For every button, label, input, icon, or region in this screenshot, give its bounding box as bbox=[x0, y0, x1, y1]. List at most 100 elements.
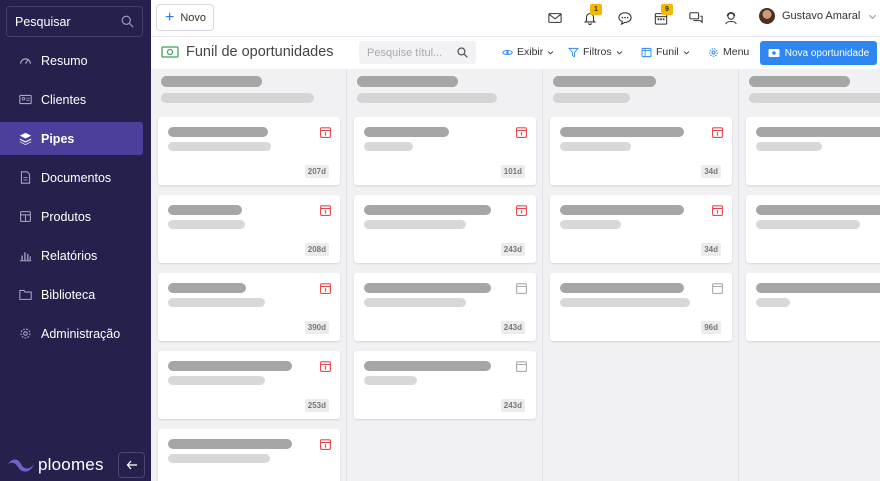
pipe-search-input[interactable]: Pesquise títul... bbox=[359, 41, 476, 64]
deal-client-placeholder bbox=[756, 142, 822, 151]
deal-card[interactable] bbox=[746, 273, 880, 341]
deal-age-badge: 208d bbox=[304, 243, 329, 256]
deal-title-placeholder bbox=[364, 205, 491, 215]
sidebar-item-administracao[interactable]: Administração bbox=[0, 317, 151, 350]
deal-card[interactable]: 208d bbox=[158, 195, 340, 263]
collapse-sidebar-button[interactable] bbox=[118, 452, 145, 478]
messages-icon[interactable] bbox=[688, 10, 704, 26]
user-menu[interactable]: Gustavo Amaral bbox=[759, 8, 877, 24]
gear-icon bbox=[709, 47, 718, 57]
chat-icon[interactable] bbox=[617, 10, 633, 26]
notifications-badge: 1 bbox=[590, 4, 602, 15]
new-button[interactable]: + Novo bbox=[156, 4, 214, 31]
stage-header[interactable] bbox=[347, 69, 542, 107]
deal-client-placeholder bbox=[560, 142, 631, 151]
calendar-icon bbox=[320, 127, 331, 138]
pipe-toolbar: Funil de oportunidades Pesquise títul...… bbox=[151, 37, 880, 69]
view-dropdown[interactable]: Exibir bbox=[502, 46, 554, 58]
deal-title-placeholder bbox=[168, 205, 242, 215]
sidebar-item-resumo[interactable]: Resumo bbox=[0, 44, 151, 77]
deal-age-badge: 34d bbox=[701, 243, 721, 256]
menu-button[interactable]: Menu bbox=[708, 46, 749, 58]
stage-name-placeholder bbox=[161, 76, 262, 87]
chevron-down-icon bbox=[683, 50, 690, 55]
calendar-icon bbox=[712, 283, 723, 294]
sidebar-item-documentos[interactable]: Documentos bbox=[0, 161, 151, 194]
stage-name-placeholder bbox=[357, 76, 458, 87]
sidebar-search[interactable]: Pesquisar bbox=[6, 6, 143, 37]
deal-age-badge: 243d bbox=[500, 399, 525, 412]
filter-icon bbox=[568, 47, 579, 57]
sidebar-item-relatorios[interactable]: Relatórios bbox=[0, 239, 151, 272]
deal-client-placeholder bbox=[756, 220, 860, 229]
deal-card[interactable]: 34d bbox=[550, 117, 732, 185]
deal-card[interactable] bbox=[746, 117, 880, 185]
deal-client-placeholder bbox=[168, 454, 270, 463]
calendar-icon bbox=[320, 439, 331, 450]
contact-card-icon bbox=[18, 93, 32, 107]
pipe-title[interactable]: Funil de oportunidades bbox=[161, 44, 334, 60]
deal-client-placeholder bbox=[168, 298, 265, 307]
money-icon bbox=[768, 49, 780, 57]
deal-age-badge: 96d bbox=[701, 321, 721, 334]
deal-card[interactable]: 34d bbox=[550, 195, 732, 263]
deal-client-placeholder bbox=[364, 376, 417, 385]
calendar-icon bbox=[712, 127, 723, 138]
deal-card[interactable]: 243d bbox=[354, 351, 536, 419]
calendar-icon bbox=[516, 283, 527, 294]
deal-card[interactable]: 207d bbox=[158, 117, 340, 185]
calendar-icon bbox=[712, 205, 723, 216]
filters-dropdown[interactable]: Filtros bbox=[568, 46, 623, 58]
stage-header[interactable] bbox=[543, 69, 738, 107]
deal-card[interactable] bbox=[746, 195, 880, 263]
box-icon bbox=[18, 210, 32, 224]
deal-card[interactable] bbox=[158, 429, 340, 481]
funnel-dropdown[interactable]: Funil bbox=[641, 46, 690, 58]
deal-client-placeholder bbox=[168, 142, 271, 151]
deal-card[interactable]: 243d bbox=[354, 273, 536, 341]
columns-icon bbox=[641, 47, 652, 57]
deal-card[interactable]: 243d bbox=[354, 195, 536, 263]
calendar-tasks[interactable]: 9 bbox=[653, 4, 673, 26]
chevron-down-icon bbox=[869, 14, 877, 19]
sidebar-nav: Resumo Clientes Pipes Documentos Produto… bbox=[0, 44, 151, 356]
sidebar-item-biblioteca[interactable]: Biblioteca bbox=[0, 278, 151, 311]
deal-age-badge: 34d bbox=[701, 165, 721, 178]
calendar-icon bbox=[516, 361, 527, 372]
deal-card[interactable]: 96d bbox=[550, 273, 732, 341]
notifications-bell[interactable]: 1 bbox=[582, 4, 602, 26]
filters-label: Filtros bbox=[583, 46, 612, 58]
sidebar-item-label: Administração bbox=[41, 326, 121, 341]
stage-header[interactable] bbox=[151, 69, 346, 107]
deal-card[interactable]: 390d bbox=[158, 273, 340, 341]
deal-title-placeholder bbox=[756, 205, 880, 215]
stage-name-placeholder bbox=[553, 76, 656, 87]
pipeline-stage-column bbox=[739, 69, 880, 481]
sidebar-item-label: Relatórios bbox=[41, 248, 98, 263]
sidebar-item-pipes[interactable]: Pipes bbox=[0, 122, 143, 155]
mail-icon[interactable] bbox=[547, 10, 563, 26]
kanban-board: 207d 208d 390d 253d 101d 243d 243d 243d … bbox=[151, 69, 880, 481]
view-label: Exibir bbox=[517, 46, 544, 58]
stage-header[interactable] bbox=[739, 69, 880, 107]
new-opportunity-button[interactable]: Nova oportunidade bbox=[760, 41, 877, 65]
folder-icon bbox=[18, 288, 32, 302]
ploomes-logo-icon bbox=[8, 459, 34, 472]
sidebar-item-clientes[interactable]: Clientes bbox=[0, 83, 151, 116]
deal-age-badge: 243d bbox=[500, 243, 525, 256]
deal-age-badge: 207d bbox=[304, 165, 329, 178]
deal-client-placeholder bbox=[168, 376, 265, 385]
deal-card[interactable]: 101d bbox=[354, 117, 536, 185]
funnel-label: Funil bbox=[656, 46, 679, 58]
deal-title-placeholder bbox=[168, 127, 268, 137]
deal-client-placeholder bbox=[560, 298, 690, 307]
pipeline-stage-column: 101d 243d 243d 243d bbox=[347, 69, 543, 481]
sidebar-item-produtos[interactable]: Produtos bbox=[0, 200, 151, 233]
gear-icon bbox=[18, 327, 32, 341]
stage-summary-placeholder bbox=[749, 93, 880, 103]
stage-summary-placeholder bbox=[357, 93, 497, 103]
stage-name-placeholder bbox=[749, 76, 850, 87]
sidebar: Pesquisar Resumo Clientes Pipes Document… bbox=[0, 0, 151, 481]
deal-card[interactable]: 253d bbox=[158, 351, 340, 419]
support-icon[interactable] bbox=[723, 10, 739, 26]
